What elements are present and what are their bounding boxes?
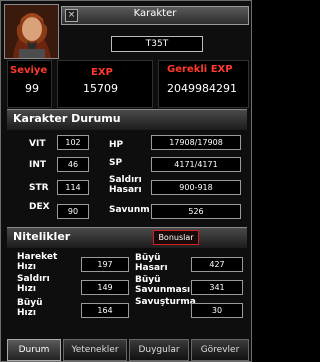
str-value: 114	[57, 180, 89, 195]
parry-value: 30	[191, 303, 243, 318]
level-value: 99	[25, 82, 39, 95]
required-exp-label: Gerekli EXP	[167, 64, 233, 75]
tab-skills[interactable]: Yetenekler	[63, 339, 127, 361]
character-window: × Karakter T35T Seviye 99 EXP 15709 Gere…	[0, 0, 252, 362]
str-label: STR	[29, 183, 49, 193]
tab-emotions[interactable]: Duygular	[129, 339, 189, 361]
level-label: Seviye	[10, 65, 48, 76]
bonus-button[interactable]: Bonuslar	[153, 230, 199, 245]
exp-label: EXP	[91, 67, 113, 78]
attributes-header: Nitelikler	[7, 227, 247, 248]
vit-value: 102	[57, 135, 89, 150]
move-speed-value: 197	[81, 257, 129, 272]
attack-speed-label: Saldırı Hızı	[17, 274, 50, 294]
character-status-header: Karakter Durumu	[7, 109, 247, 130]
sp-label: SP	[109, 158, 123, 168]
int-label: INT	[29, 160, 47, 170]
defense-label: Savunma	[109, 205, 149, 215]
magic-defense-value: 341	[191, 280, 243, 295]
dex-value: 90	[57, 204, 89, 219]
required-exp-value: 2049984291	[167, 82, 237, 95]
character-portrait	[4, 4, 59, 59]
magic-damage-label: Büyü Hasarı	[135, 253, 168, 273]
window-title: Karakter	[133, 8, 177, 19]
int-value: 46	[57, 157, 89, 172]
attack-damage-value: 900-918	[151, 180, 241, 195]
cast-speed-label: Büyü Hızı	[17, 298, 43, 318]
title-bar[interactable]: × Karakter	[61, 6, 249, 25]
attack-damage-label: Saldırı Hasarı	[109, 175, 142, 195]
magic-damage-value: 427	[191, 257, 243, 272]
dex-label: DEX	[29, 202, 50, 212]
exp-value: 15709	[83, 82, 118, 95]
tab-quests[interactable]: Görevler	[191, 339, 249, 361]
hp-label: HP	[109, 140, 124, 150]
character-status-title: Karakter Durumu	[13, 112, 121, 125]
attributes-title: Nitelikler	[13, 230, 71, 243]
character-name: T35T	[111, 36, 203, 52]
vit-label: VIT	[29, 139, 46, 149]
move-speed-label: Hareket Hızı	[17, 252, 58, 272]
tab-status[interactable]: Durum	[7, 339, 61, 361]
hp-value: 17908/17908	[151, 135, 241, 150]
cast-speed-value: 164	[81, 303, 129, 318]
magic-defense-label: Büyü Savunması	[135, 275, 191, 295]
sp-value: 4171/4171	[151, 157, 241, 172]
attack-speed-value: 149	[81, 280, 129, 295]
defense-value: 526	[151, 204, 241, 219]
parry-label: Savuşturma	[135, 297, 196, 307]
